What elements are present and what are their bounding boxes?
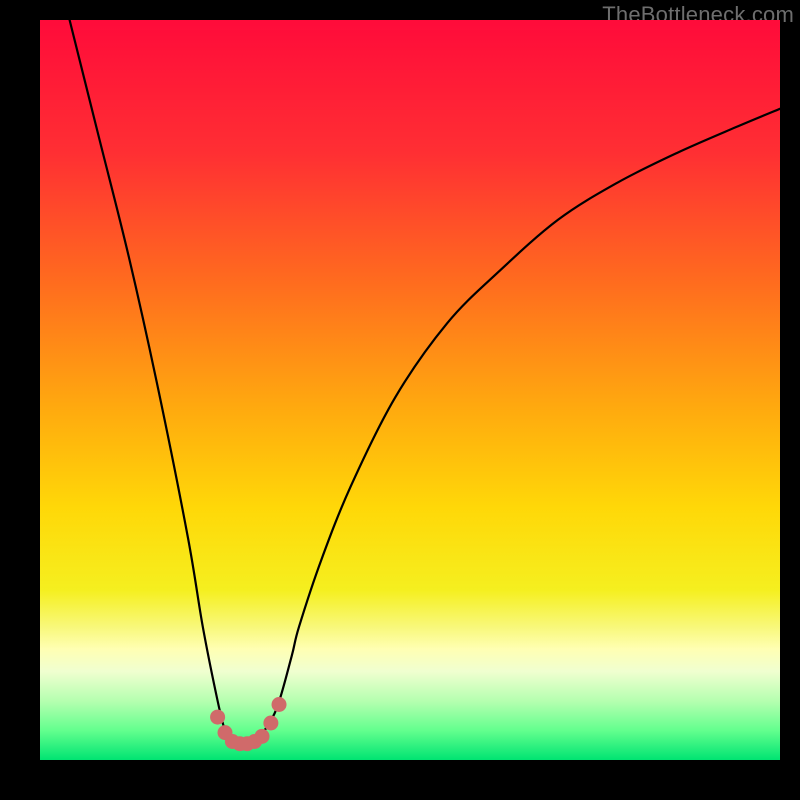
- curve-layer: [40, 20, 780, 760]
- marker-dot: [263, 716, 278, 731]
- marker-dot: [272, 697, 287, 712]
- outer-frame: TheBottleneck.com: [0, 0, 800, 800]
- marker-dot: [255, 729, 270, 744]
- bottleneck-curve: [70, 20, 780, 744]
- curve-bottom-markers: [210, 697, 286, 751]
- plot-area: [40, 20, 780, 760]
- marker-dot: [210, 710, 225, 725]
